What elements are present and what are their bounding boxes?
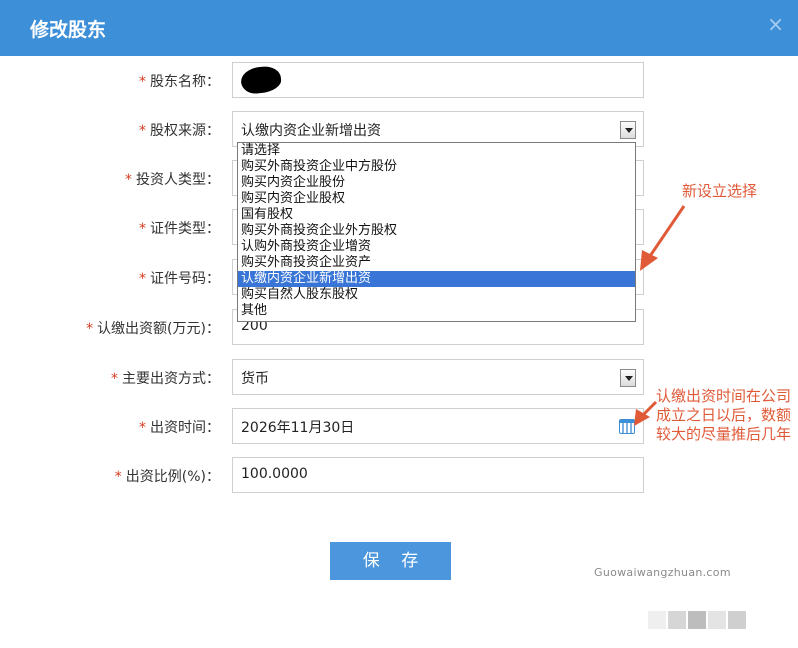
pixelated-mosaic <box>648 611 768 629</box>
required-mark: * <box>125 172 132 188</box>
equity-source-label: * 股权来源： <box>139 123 220 139</box>
contribution-date-value: 2026年11月30日 <box>241 420 355 436</box>
contribution-method-value: 货币 <box>241 371 269 387</box>
dropdown-option[interactable]: 认缴内资企业新增出资 <box>238 271 635 287</box>
required-mark: * <box>111 371 118 387</box>
watermark: Guowaiwangzhuan.com <box>594 566 731 579</box>
annotation-note-contribution-time: 认缴出资时间在公司成立之日以后，数额较大的尽量推后几年 <box>656 387 792 443</box>
form-row-contribution-ratio: * 出资比例(%)： 100.0000 <box>0 457 798 495</box>
shareholder-name-label: * 股东名称： <box>139 74 220 90</box>
dropdown-option[interactable]: 其他 <box>238 303 635 319</box>
contribution-method-label: * 主要出资方式： <box>111 371 220 387</box>
shareholder-name-input[interactable] <box>232 62 644 98</box>
required-mark: * <box>139 420 146 436</box>
subscribed-capital-label: * 认缴出资额(万元)： <box>86 321 220 337</box>
calendar-icon[interactable] <box>619 419 635 434</box>
annotation-note-new-setup: 新设立选择 <box>682 182 758 200</box>
required-mark: * <box>114 469 122 485</box>
required-mark: * <box>139 123 146 139</box>
dropdown-option[interactable]: 认购外商投资企业增资 <box>238 239 635 255</box>
form-row-shareholder-name: * 股东名称： <box>0 62 798 100</box>
dropdown-option[interactable]: 购买外商投资企业外方股权 <box>238 223 635 239</box>
chevron-down-icon[interactable] <box>620 121 636 139</box>
contribution-method-select[interactable]: 货币 <box>232 359 644 395</box>
dropdown-option[interactable]: 购买外商投资企业资产 <box>238 255 635 271</box>
id-type-label: * 证件类型： <box>139 221 220 237</box>
id-number-label: * 证件号码： <box>139 271 220 287</box>
contribution-ratio-value: 100.0000 <box>241 466 308 482</box>
dialog-title: 修改股东 <box>30 19 107 41</box>
contribution-date-label: * 出资时间： <box>139 420 220 436</box>
contribution-ratio-input[interactable]: 100.0000 <box>232 457 644 493</box>
required-mark: * <box>86 321 94 337</box>
contribution-ratio-label: * 出资比例(%)： <box>114 469 220 485</box>
chevron-down-icon[interactable] <box>620 369 636 387</box>
equity-source-value: 认缴内资企业新增出资 <box>241 123 381 139</box>
redacted-name-scribble <box>239 64 283 96</box>
required-mark: * <box>139 271 146 287</box>
equity-source-dropdown[interactable]: 请选择 购买外商投资企业中方股份 购买内资企业股份 购买内资企业股权 国有股权 … <box>237 142 636 322</box>
required-mark: * <box>139 221 146 237</box>
dropdown-option[interactable]: 购买内资企业股权 <box>238 191 635 207</box>
save-button[interactable]: 保 存 <box>330 542 451 580</box>
dropdown-option[interactable]: 购买自然人股东股权 <box>238 287 635 303</box>
dropdown-option[interactable]: 购买外商投资企业中方股份 <box>238 159 635 175</box>
close-icon[interactable]: × <box>767 14 784 34</box>
investor-type-label: * 投资人类型： <box>125 172 220 188</box>
contribution-date-input[interactable]: 2026年11月30日 <box>232 408 644 444</box>
dialog-header: 修改股东 × <box>0 0 798 56</box>
required-mark: * <box>139 74 146 90</box>
dropdown-option[interactable]: 购买内资企业股份 <box>238 175 635 191</box>
dropdown-option[interactable]: 国有股权 <box>238 207 635 223</box>
dropdown-option[interactable]: 请选择 <box>238 143 635 159</box>
